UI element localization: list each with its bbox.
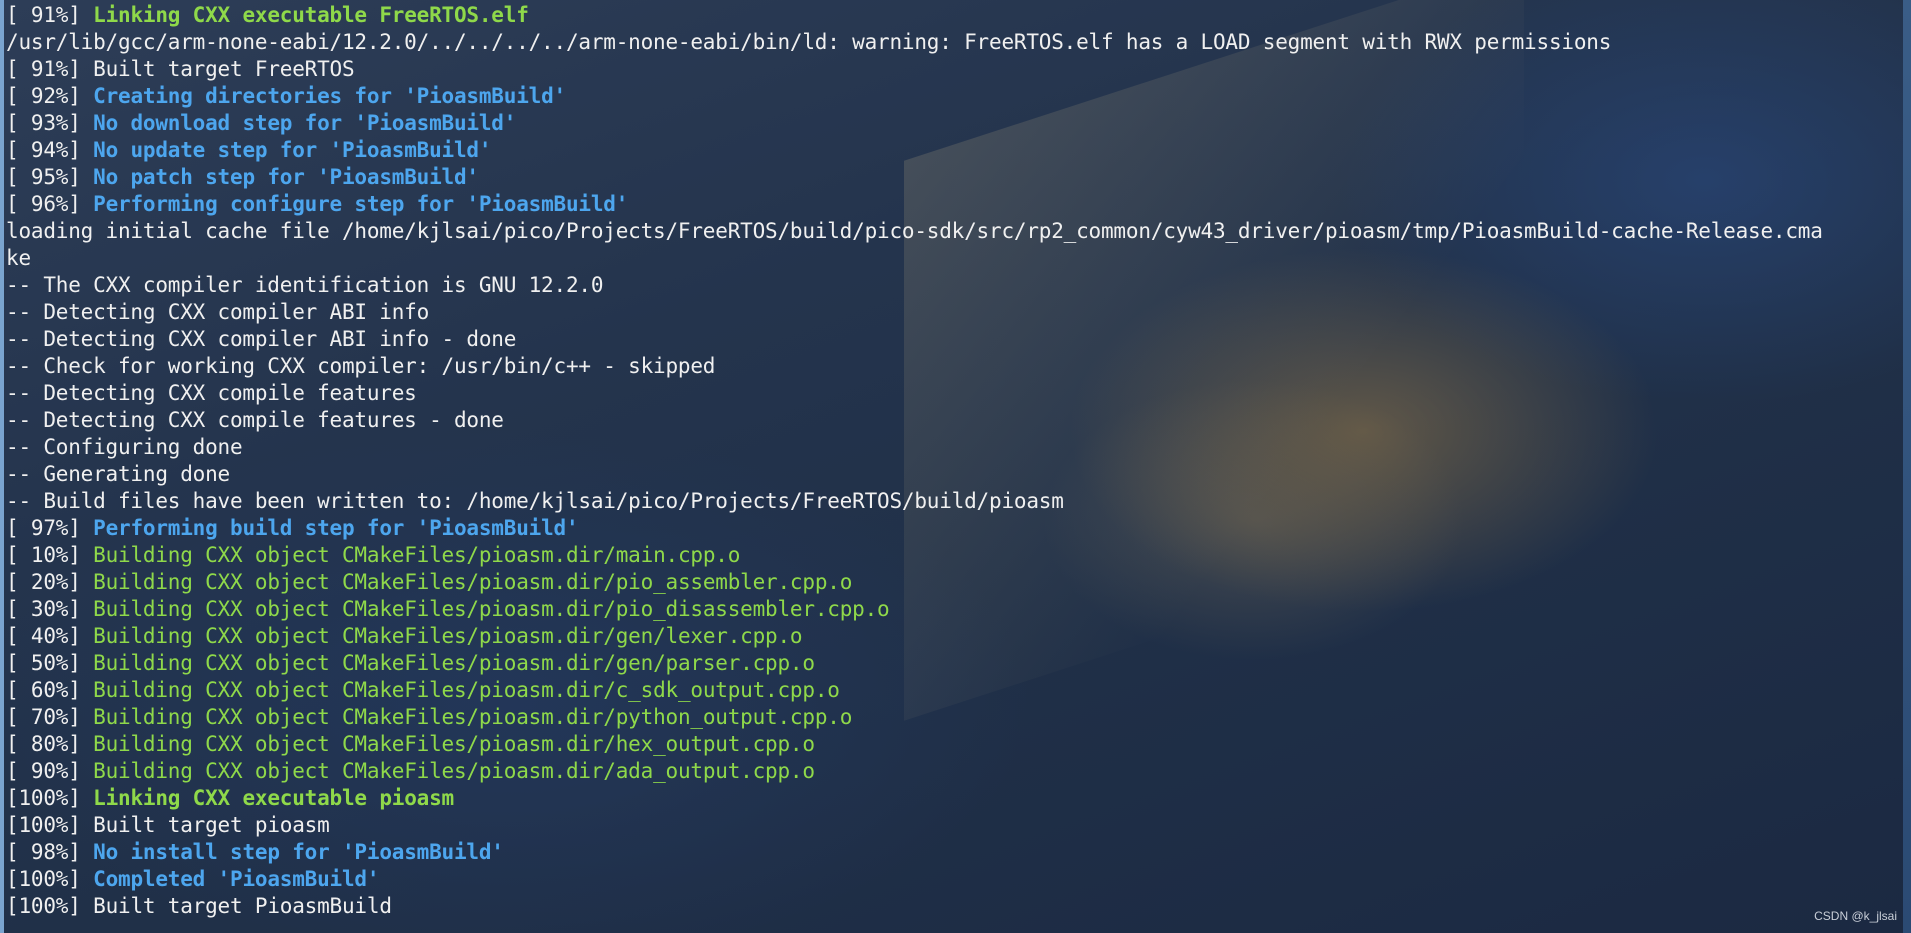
terminal-line: [ 96%] Performing configure step for 'Pi… bbox=[6, 191, 1906, 218]
terminal-line: [ 97%] Performing build step for 'Pioasm… bbox=[6, 515, 1906, 542]
line-message: Linking CXX executable pioasm bbox=[93, 786, 454, 810]
progress-percent: [ 20%] bbox=[6, 570, 81, 594]
terminal-line: -- Detecting CXX compile features - done bbox=[6, 407, 1906, 434]
terminal-line: -- Check for working CXX compiler: /usr/… bbox=[6, 353, 1906, 380]
line-message: -- Generating done bbox=[6, 462, 230, 486]
progress-percent: [ 40%] bbox=[6, 624, 81, 648]
terminal-line: [ 98%] No install step for 'PioasmBuild' bbox=[6, 839, 1906, 866]
progress-percent: [ 92%] bbox=[6, 84, 81, 108]
line-message: Building CXX object CMakeFiles/pioasm.di… bbox=[93, 543, 741, 567]
line-message: -- Check for working CXX compiler: /usr/… bbox=[6, 354, 716, 378]
line-message: No update step for 'PioasmBuild' bbox=[93, 138, 492, 162]
progress-percent: [100%] bbox=[6, 867, 81, 891]
progress-percent: [ 50%] bbox=[6, 651, 81, 675]
terminal-line: [ 90%] Building CXX object CMakeFiles/pi… bbox=[6, 758, 1906, 785]
line-message: Building CXX object CMakeFiles/pioasm.di… bbox=[93, 624, 803, 648]
terminal-line: [ 60%] Building CXX object CMakeFiles/pi… bbox=[6, 677, 1906, 704]
line-message: -- Detecting CXX compile features - done bbox=[6, 408, 504, 432]
terminal-window: [ 91%] Linking CXX executable FreeRTOS.e… bbox=[0, 0, 1911, 933]
terminal-line: [ 91%] Built target FreeRTOS bbox=[6, 56, 1906, 83]
terminal-output[interactable]: [ 91%] Linking CXX executable FreeRTOS.e… bbox=[6, 2, 1906, 931]
line-message: Building CXX object CMakeFiles/pioasm.di… bbox=[93, 678, 840, 702]
progress-percent: [ 93%] bbox=[6, 111, 81, 135]
progress-percent: [100%] bbox=[6, 813, 81, 837]
line-message: Creating directories for 'PioasmBuild' bbox=[93, 84, 566, 108]
line-message: Built target pioasm bbox=[93, 813, 330, 837]
terminal-line: [ 70%] Building CXX object CMakeFiles/pi… bbox=[6, 704, 1906, 731]
progress-percent: [100%] bbox=[6, 786, 81, 810]
line-message: Building CXX object CMakeFiles/pioasm.di… bbox=[93, 759, 815, 783]
line-message: Building CXX object CMakeFiles/pioasm.di… bbox=[93, 597, 890, 621]
progress-percent: [ 91%] bbox=[6, 57, 81, 81]
terminal-line: [ 20%] Building CXX object CMakeFiles/pi… bbox=[6, 569, 1906, 596]
terminal-line: [ 50%] Building CXX object CMakeFiles/pi… bbox=[6, 650, 1906, 677]
terminal-line: [100%] Built target pioasm bbox=[6, 812, 1906, 839]
progress-percent: [ 30%] bbox=[6, 597, 81, 621]
progress-percent: [ 96%] bbox=[6, 192, 81, 216]
progress-percent: [ 80%] bbox=[6, 732, 81, 756]
terminal-line: [100%] Completed 'PioasmBuild' bbox=[6, 866, 1906, 893]
line-message: Built target FreeRTOS bbox=[93, 57, 355, 81]
progress-percent: [ 10%] bbox=[6, 543, 81, 567]
line-message: No download step for 'PioasmBuild' bbox=[93, 111, 517, 135]
terminal-line: -- Generating done bbox=[6, 461, 1906, 488]
progress-percent: [ 95%] bbox=[6, 165, 81, 189]
line-message: -- Build files have been written to: /ho… bbox=[6, 489, 1064, 513]
terminal-line: -- Build files have been written to: /ho… bbox=[6, 488, 1906, 515]
line-message: Building CXX object CMakeFiles/pioasm.di… bbox=[93, 732, 815, 756]
line-message: loading initial cache file /home/kjlsai/… bbox=[6, 219, 1823, 243]
terminal-line: loading initial cache file /home/kjlsai/… bbox=[6, 218, 1906, 245]
progress-percent: [ 98%] bbox=[6, 840, 81, 864]
terminal-line: [100%] Built target PioasmBuild bbox=[6, 893, 1906, 920]
line-message: Building CXX object CMakeFiles/pioasm.di… bbox=[93, 651, 815, 675]
progress-percent: [ 70%] bbox=[6, 705, 81, 729]
line-message: Linking CXX executable FreeRTOS.elf bbox=[93, 3, 529, 27]
progress-percent: [ 91%] bbox=[6, 3, 81, 27]
line-message: -- Configuring done bbox=[6, 435, 243, 459]
progress-percent: [ 97%] bbox=[6, 516, 81, 540]
terminal-line: [ 10%] Building CXX object CMakeFiles/pi… bbox=[6, 542, 1906, 569]
line-message: -- The CXX compiler identification is GN… bbox=[6, 273, 604, 297]
terminal-line: [ 92%] Creating directories for 'PioasmB… bbox=[6, 83, 1906, 110]
terminal-line: [ 93%] No download step for 'PioasmBuild… bbox=[6, 110, 1906, 137]
line-message: Building CXX object CMakeFiles/pioasm.di… bbox=[93, 705, 853, 729]
progress-percent: [100%] bbox=[6, 894, 81, 918]
terminal-line: -- Configuring done bbox=[6, 434, 1906, 461]
line-message: -- Detecting CXX compiler ABI info bbox=[6, 300, 430, 324]
terminal-line: -- Detecting CXX compiler ABI info - don… bbox=[6, 326, 1906, 353]
line-message: No patch step for 'PioasmBuild' bbox=[93, 165, 479, 189]
line-message: ke bbox=[6, 246, 31, 270]
progress-percent: [ 60%] bbox=[6, 678, 81, 702]
terminal-line: [ 40%] Building CXX object CMakeFiles/pi… bbox=[6, 623, 1906, 650]
line-message: Performing configure step for 'PioasmBui… bbox=[93, 192, 629, 216]
line-message: -- Detecting CXX compile features bbox=[6, 381, 417, 405]
terminal-line: -- Detecting CXX compiler ABI info bbox=[6, 299, 1906, 326]
line-message: Completed 'PioasmBuild' bbox=[93, 867, 380, 891]
watermark: CSDN @k_jlsai bbox=[1814, 909, 1897, 923]
terminal-line: [100%] Linking CXX executable pioasm bbox=[6, 785, 1906, 812]
terminal-line: [ 91%] Linking CXX executable FreeRTOS.e… bbox=[6, 2, 1906, 29]
line-message: Built target PioasmBuild bbox=[93, 894, 392, 918]
progress-percent: [ 90%] bbox=[6, 759, 81, 783]
line-message: -- Detecting CXX compiler ABI info - don… bbox=[6, 327, 517, 351]
terminal-line: [ 94%] No update step for 'PioasmBuild' bbox=[6, 137, 1906, 164]
terminal-line: /usr/lib/gcc/arm-none-eabi/12.2.0/../../… bbox=[6, 29, 1906, 56]
line-message: Performing build step for 'PioasmBuild' bbox=[93, 516, 579, 540]
terminal-line: [ 30%] Building CXX object CMakeFiles/pi… bbox=[6, 596, 1906, 623]
progress-percent: [ 94%] bbox=[6, 138, 81, 162]
terminal-line: [ 80%] Building CXX object CMakeFiles/pi… bbox=[6, 731, 1906, 758]
terminal-line: [ 95%] No patch step for 'PioasmBuild' bbox=[6, 164, 1906, 191]
line-message: /usr/lib/gcc/arm-none-eabi/12.2.0/../../… bbox=[6, 30, 1612, 54]
terminal-line: ke bbox=[6, 245, 1906, 272]
line-message: No install step for 'PioasmBuild' bbox=[93, 840, 504, 864]
terminal-line: -- Detecting CXX compile features bbox=[6, 380, 1906, 407]
terminal-line: -- The CXX compiler identification is GN… bbox=[6, 272, 1906, 299]
line-message: Building CXX object CMakeFiles/pioasm.di… bbox=[93, 570, 853, 594]
